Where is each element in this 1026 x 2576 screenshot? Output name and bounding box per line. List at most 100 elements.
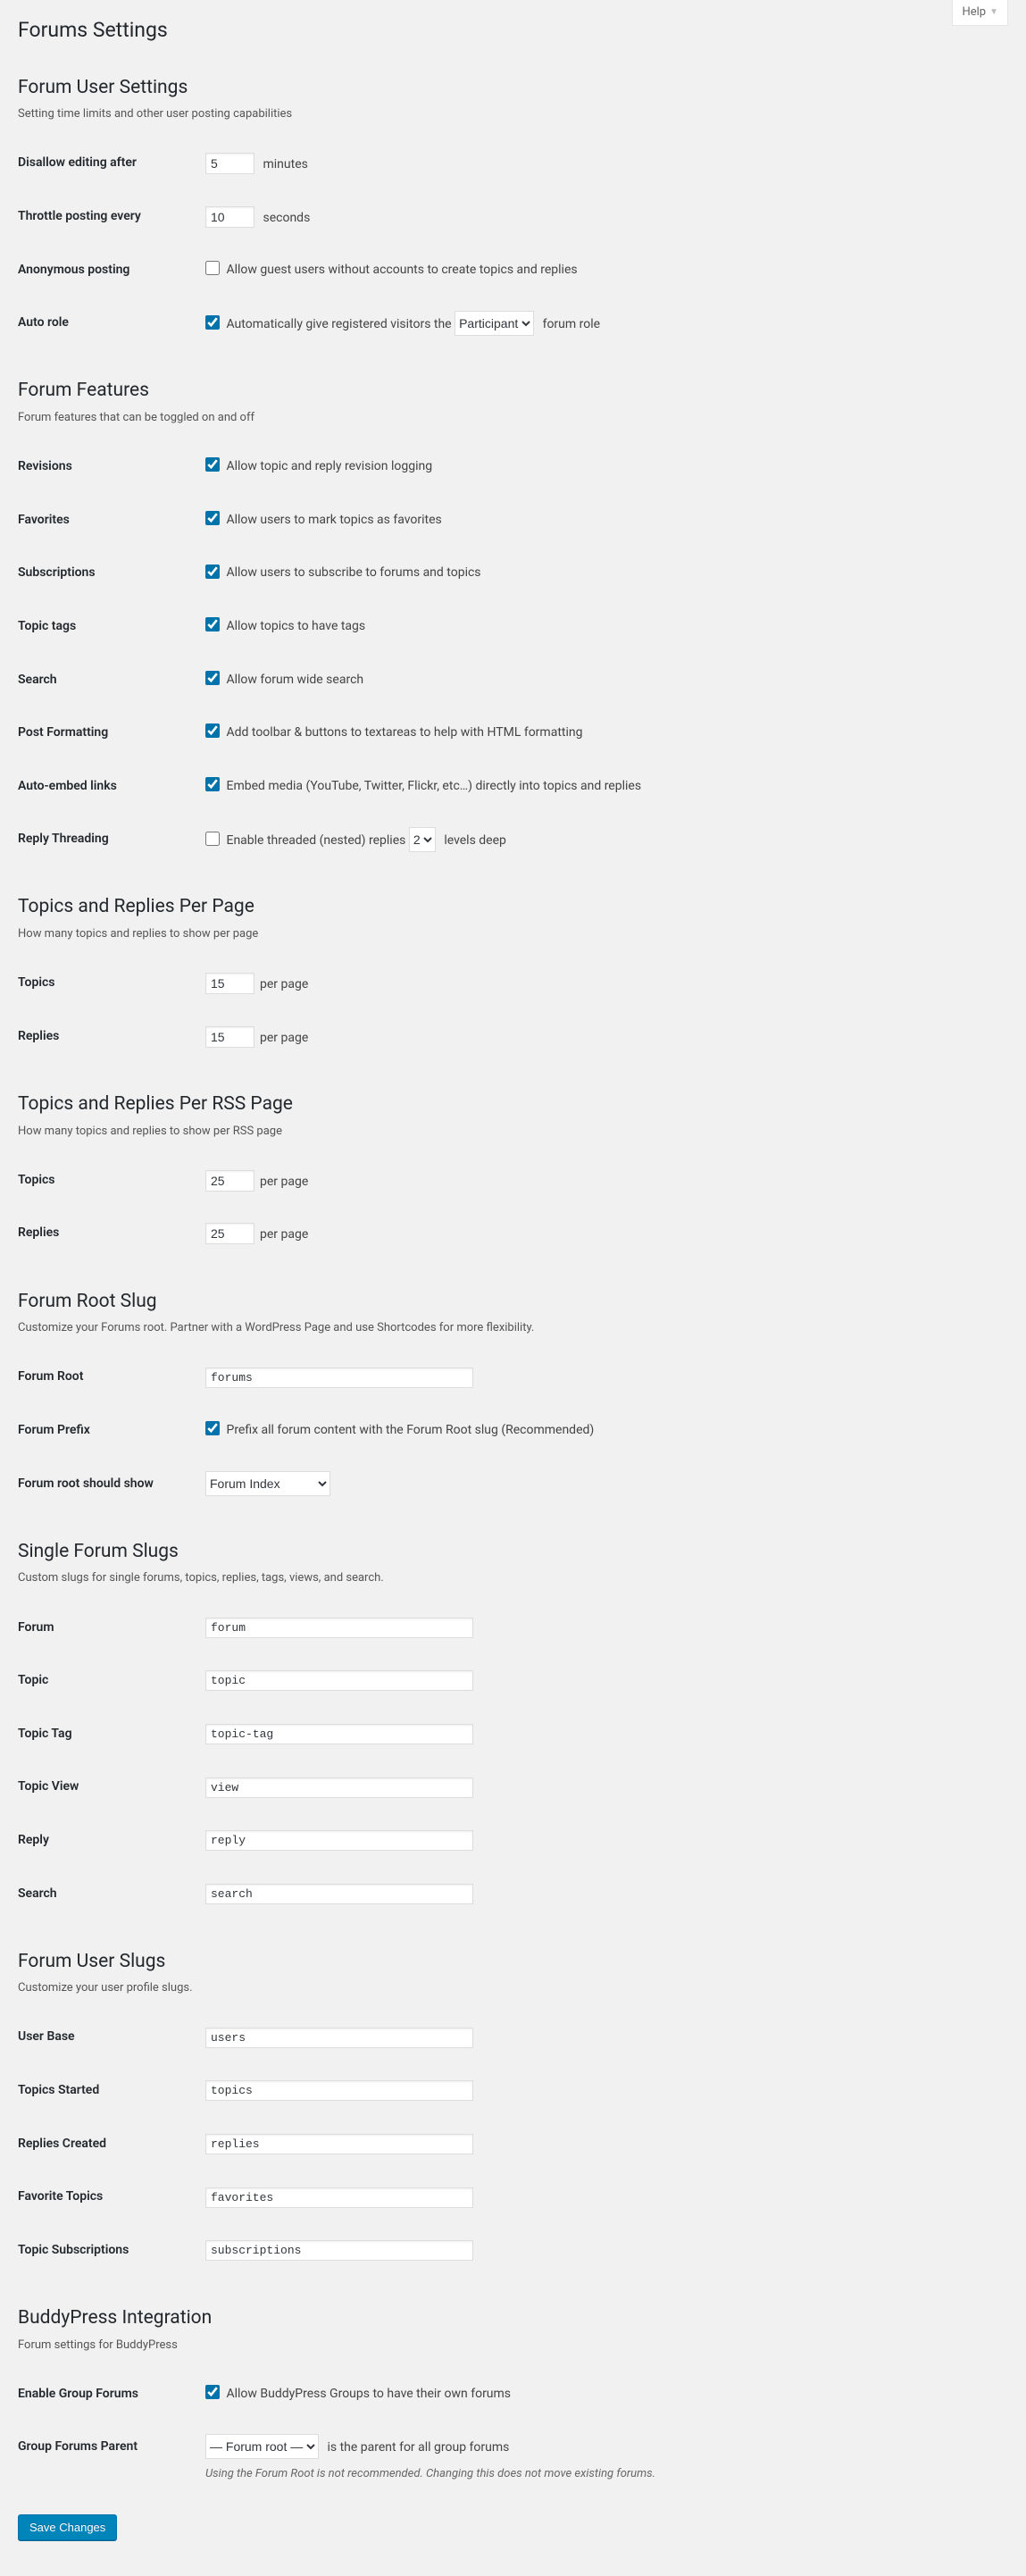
row-label: Disallow editing after — [18, 137, 196, 190]
checkbox-label: Prefix all forum content with the Forum … — [226, 1423, 594, 1437]
suffix-text: per page — [260, 1227, 308, 1242]
row-label: Group Forums Parent — [18, 2421, 196, 2496]
slug-user-base-input[interactable] — [205, 2028, 473, 2048]
anonymous-checkbox[interactable] — [205, 261, 220, 275]
section-desc: How many topics and replies to show per … — [18, 926, 1008, 942]
row-label: Reply — [18, 1814, 196, 1868]
row-label: Topic — [18, 1654, 196, 1708]
replies-per-rss-input[interactable] — [205, 1223, 254, 1244]
save-changes-button[interactable]: Save Changes — [18, 2514, 117, 2540]
row-label: Throttle posting every — [18, 190, 196, 244]
row-label: Replies Created — [18, 2118, 196, 2171]
checkbox-label: Allow topic and reply revision logging — [226, 459, 432, 473]
row-label: Topic Tag — [18, 1708, 196, 1761]
favorites-checkbox[interactable] — [205, 511, 220, 525]
checkbox-label: Allow users to mark topics as favorites — [226, 513, 441, 527]
checkbox-label: Allow forum wide search — [226, 673, 363, 687]
slug-topic-view-input[interactable] — [205, 1777, 473, 1798]
section-heading-root-slug: Forum Root Slug — [18, 1289, 1008, 1315]
auto-role-select[interactable]: Participant — [455, 311, 534, 336]
replies-per-page-input[interactable] — [205, 1026, 254, 1048]
row-label: Topics — [18, 957, 196, 1010]
disallow-editing-input[interactable] — [205, 153, 254, 174]
row-label: Search — [18, 654, 196, 707]
search-checkbox[interactable] — [205, 671, 220, 685]
row-label: Forum — [18, 1602, 196, 1655]
topics-per-page-input[interactable] — [205, 973, 254, 994]
suffix-text: per page — [260, 1031, 308, 1045]
row-label: Topic View — [18, 1761, 196, 1814]
checkbox-label: Allow users to subscribe to forums and t… — [226, 565, 480, 580]
slug-topics-started-input[interactable] — [205, 2080, 473, 2101]
suffix-text: per page — [260, 977, 308, 991]
section-desc: Custom slugs for single forums, topics, … — [18, 1570, 1008, 1586]
row-label: Reply Threading — [18, 813, 196, 866]
row-label: Enable Group Forums — [18, 2368, 196, 2421]
row-label: Search — [18, 1868, 196, 1921]
row-label: Topic tags — [18, 600, 196, 654]
forum-root-input[interactable] — [205, 1367, 473, 1388]
row-label: Favorite Topics — [18, 2170, 196, 2224]
section-heading-single-slugs: Single Forum Slugs — [18, 1539, 1008, 1565]
section-desc: Setting time limits and other user posti… — [18, 106, 1008, 122]
row-label: Replies — [18, 1207, 196, 1260]
row-label: Revisions — [18, 440, 196, 494]
section-desc: Forum settings for BuddyPress — [18, 2338, 1008, 2354]
row-label: Topics — [18, 1154, 196, 1208]
checkbox-label-post: levels deep — [444, 833, 506, 848]
row-label: User Base — [18, 2011, 196, 2064]
row-label: Forum root should show — [18, 1458, 196, 1511]
row-label: Post Formatting — [18, 707, 196, 760]
post-formatting-checkbox[interactable] — [205, 723, 220, 738]
root-show-select[interactable]: Forum Index — [205, 1471, 330, 1496]
section-desc: Customize your Forums root. Partner with… — [18, 1320, 1008, 1336]
section-heading-user-slugs: Forum User Slugs — [18, 1949, 1008, 1975]
checkbox-label: Allow guest users without accounts to cr… — [226, 263, 577, 277]
threading-select[interactable]: 2 — [409, 827, 436, 852]
subscriptions-checkbox[interactable] — [205, 565, 220, 579]
slug-replies-created-input[interactable] — [205, 2134, 473, 2154]
checkbox-label-pre: Enable threaded (nested) replies — [226, 833, 405, 848]
section-heading-features: Forum Features — [18, 378, 1008, 404]
chevron-down-icon: ▼ — [989, 6, 998, 19]
slug-topic-input[interactable] — [205, 1670, 473, 1691]
row-label: Forum Root — [18, 1351, 196, 1404]
group-parent-select[interactable]: — Forum root — — [205, 2434, 319, 2459]
checkbox-label: Embed media (YouTube, Twitter, Flickr, e… — [226, 779, 641, 793]
slug-search-input[interactable] — [205, 1884, 473, 1904]
row-label: Forum Prefix — [18, 1404, 196, 1458]
help-tab[interactable]: Help ▼ — [952, 0, 1008, 26]
enable-group-forums-checkbox[interactable] — [205, 2385, 220, 2399]
section-heading-per-rss: Topics and Replies Per RSS Page — [18, 1091, 1008, 1117]
slug-forum-input[interactable] — [205, 1618, 473, 1638]
section-desc: Customize your user profile slugs. — [18, 1980, 1008, 1996]
checkbox-label: Allow BuddyPress Groups to have their ow… — [226, 2387, 511, 2401]
slug-topic-tag-input[interactable] — [205, 1724, 473, 1744]
revisions-checkbox[interactable] — [205, 457, 220, 472]
section-heading-buddypress: BuddyPress Integration — [18, 2305, 1008, 2331]
topic-tags-checkbox[interactable] — [205, 617, 220, 631]
threading-checkbox[interactable] — [205, 832, 220, 846]
section-desc: How many topics and replies to show per … — [18, 1124, 1008, 1140]
slug-favorite-topics-input[interactable] — [205, 2187, 473, 2208]
suffix-text: minutes — [263, 157, 307, 171]
row-label: Subscriptions — [18, 547, 196, 600]
topics-per-rss-input[interactable] — [205, 1170, 254, 1192]
forum-prefix-checkbox[interactable] — [205, 1421, 220, 1435]
auto-role-checkbox[interactable] — [205, 315, 220, 330]
checkbox-label: Allow topics to have tags — [226, 619, 365, 633]
page-title: Forums Settings — [18, 9, 1008, 46]
row-label: Replies — [18, 1010, 196, 1064]
throttle-input[interactable] — [205, 206, 254, 228]
checkbox-label: Add toolbar & buttons to textareas to he… — [226, 725, 582, 740]
suffix-text: seconds — [263, 211, 310, 225]
slug-reply-input[interactable] — [205, 1830, 473, 1851]
row-label: Favorites — [18, 494, 196, 548]
suffix-text: is the parent for all group forums — [327, 2440, 509, 2455]
row-label: Topic Subscriptions — [18, 2224, 196, 2278]
suffix-text: per page — [260, 1175, 308, 1189]
slug-topic-subscriptions-input[interactable] — [205, 2240, 473, 2261]
row-label: Topics Started — [18, 2064, 196, 2118]
auto-embed-checkbox[interactable] — [205, 777, 220, 791]
group-parent-note: Using the Forum Root is not recommended.… — [205, 2466, 999, 2482]
